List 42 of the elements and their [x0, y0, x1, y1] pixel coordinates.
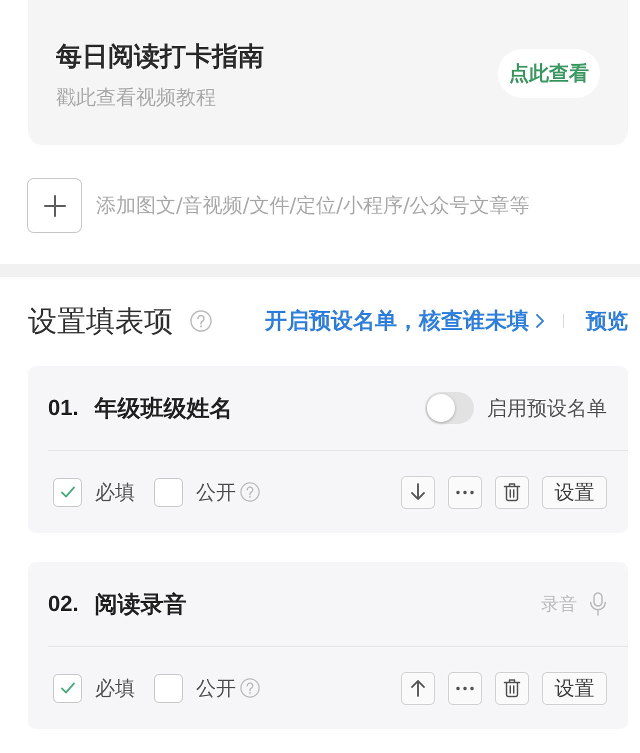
delete-button[interactable] — [495, 672, 529, 704]
more-button[interactable] — [448, 672, 482, 704]
checkbox-label[interactable]: 必填 — [95, 478, 135, 506]
help-icon[interactable] — [240, 482, 260, 502]
toggle-switch[interactable] — [425, 392, 474, 424]
more-button[interactable] — [448, 476, 482, 508]
preview-link[interactable]: 预览 — [586, 307, 628, 335]
field-type-label: 录音 — [541, 593, 577, 616]
settings-button[interactable]: 设置 — [542, 476, 607, 508]
section-title: 设置填表项 — [28, 303, 173, 340]
plus-icon — [44, 194, 66, 216]
more-icon — [455, 490, 475, 494]
help-icon[interactable] — [190, 310, 212, 332]
field-number: 01. — [48, 395, 79, 421]
field-number: 02. — [48, 591, 79, 617]
move-up-button[interactable] — [401, 672, 435, 704]
arrow-up-icon — [410, 679, 426, 697]
trash-icon — [503, 482, 521, 502]
checkbox-label[interactable]: 必填 — [95, 674, 135, 702]
delete-button[interactable] — [495, 476, 529, 508]
move-down-button[interactable] — [401, 476, 435, 508]
more-icon — [455, 686, 475, 690]
trash-icon — [503, 678, 521, 698]
guide-title: 每日阅读打卡指南 — [56, 41, 264, 73]
settings-button[interactable]: 设置 — [542, 672, 607, 704]
help-icon[interactable] — [240, 678, 260, 698]
field-title: 阅读录音 — [94, 590, 187, 620]
preset-list-link[interactable]: 开启预设名单，核查谁未填 — [265, 306, 545, 336]
arrow-down-icon — [410, 483, 426, 501]
checkbox-label[interactable]: 公开 — [196, 478, 236, 506]
add-button[interactable] — [27, 178, 82, 233]
guide-subtitle: 戳此查看视频教程 — [56, 84, 217, 110]
microphone-icon — [589, 592, 607, 616]
checkbox[interactable] — [53, 674, 82, 702]
checkbox[interactable] — [154, 478, 183, 506]
chevron-right-icon — [535, 313, 545, 329]
field-title: 年级班级姓名 — [94, 394, 233, 424]
checkbox[interactable] — [53, 478, 82, 506]
toggle-label: 启用预设名单 — [487, 394, 607, 422]
view-button[interactable]: 点此查看 — [498, 49, 600, 98]
checkbox-label[interactable]: 公开 — [196, 674, 236, 702]
checkbox[interactable] — [154, 674, 183, 702]
